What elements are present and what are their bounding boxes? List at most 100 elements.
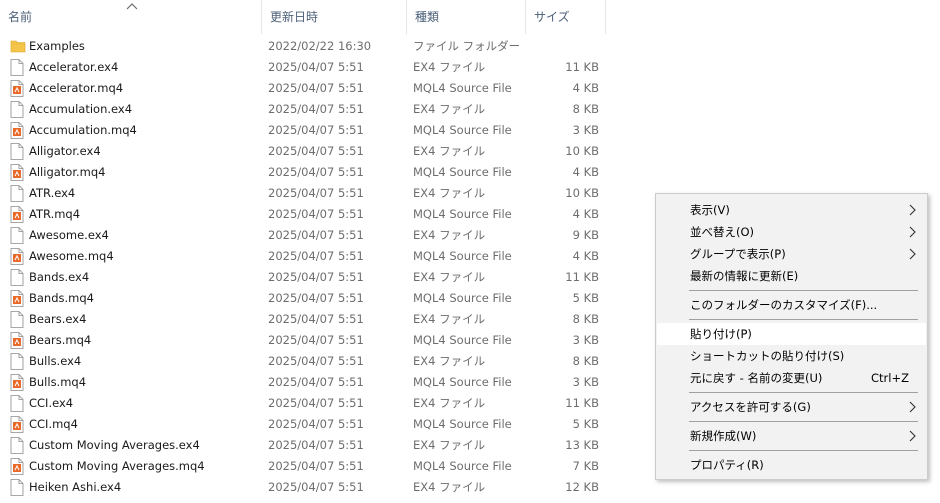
file-date: 2025/04/07 5:51	[268, 60, 364, 74]
file-row[interactable]: Accumulation.mq4 2025/04/07 5:51 MQL4 Sour…	[0, 120, 606, 141]
file-icon	[10, 353, 24, 370]
file-type: MQL4 Source File	[413, 459, 512, 473]
file-row[interactable]: Bulls.mq4 2025/04/07 5:51 MQL4 Source File…	[0, 372, 606, 393]
menu-separator	[689, 421, 918, 422]
file-name: Awesome.ex4	[29, 228, 109, 242]
mq4-file-icon	[10, 164, 24, 181]
file-date: 2025/04/07 5:51	[268, 312, 364, 326]
menu-item-paste-shortcut[interactable]: ショートカットの貼り付け(S)	[657, 345, 926, 367]
file-row[interactable]: Alligator.mq4 2025/04/07 5:51 MQL4 Source …	[0, 162, 606, 183]
file-name: Alligator.ex4	[29, 144, 101, 158]
menu-item-label: アクセスを許可する(G)	[690, 400, 811, 414]
file-row[interactable]: Bulls.ex4 2025/04/07 5:51 EX4 ファイル 8 KB	[0, 351, 606, 372]
file-row[interactable]: Accelerator.mq4 2025/04/07 5:51 MQL4 Sourc…	[0, 78, 606, 99]
mq4-file-icon	[10, 80, 24, 97]
file-type: MQL4 Source File	[413, 123, 512, 137]
file-row[interactable]: Custom Moving Averages.mq4 2025/04/07 5:5…	[0, 456, 606, 477]
file-icon	[10, 479, 24, 496]
file-type: EX4 ファイル	[413, 60, 486, 74]
file-name: Custom Moving Averages.mq4	[29, 459, 205, 473]
file-row[interactable]: Alligator.ex4 2025/04/07 5:51 EX4 ファイル 10 K…	[0, 141, 606, 162]
mq4-file-icon	[10, 416, 24, 433]
file-date: 2025/04/07 5:51	[268, 228, 364, 242]
file-size: 12 KB	[565, 480, 599, 494]
file-size: 11 KB	[565, 396, 599, 410]
column-header-type[interactable]: 種類	[407, 0, 526, 34]
file-row[interactable]: Heiken Ashi.ex4 2025/04/07 5:51 EX4 ファイル 12…	[0, 477, 606, 498]
file-date: 2025/04/07 5:51	[268, 417, 364, 431]
file-row[interactable]: CCI.mq4 2025/04/07 5:51 MQL4 Source File 5 …	[0, 414, 606, 435]
file-type: MQL4 Source File	[413, 291, 512, 305]
file-name: Accelerator.ex4	[29, 60, 119, 74]
menu-item-customize[interactable]: このフォルダーのカスタマイズ(F)...	[657, 294, 926, 316]
menu-item-label: 並べ替え(O)	[690, 225, 755, 239]
file-name: Accumulation.mq4	[29, 123, 137, 137]
menu-item-label: 新規作成(W)	[690, 429, 757, 443]
file-date: 2025/04/07 5:51	[268, 459, 364, 473]
menu-item-undo[interactable]: 元に戻す - 名前の変更(U) Ctrl+Z	[657, 367, 926, 389]
menu-item-view[interactable]: 表示(V)	[657, 199, 926, 221]
file-size: 10 KB	[565, 186, 599, 200]
file-type: EX4 ファイル	[413, 354, 486, 368]
file-name: Accumulation.ex4	[29, 102, 133, 116]
file-row[interactable]: Accelerator.ex4 2025/04/07 5:51 EX4 ファイル 11…	[0, 57, 606, 78]
sort-ascending-icon	[126, 3, 138, 10]
menu-item-group[interactable]: グループで表示(P)	[657, 243, 926, 265]
file-row[interactable]: Awesome.mq4 2025/04/07 5:51 MQL4 Source Fi…	[0, 246, 606, 267]
file-row[interactable]: Accumulation.ex4 2025/04/07 5:51 EX4 ファイル 8…	[0, 99, 606, 120]
file-type: EX4 ファイル	[413, 312, 486, 326]
mq4-file-icon	[10, 458, 24, 475]
file-row[interactable]: Bears.mq4 2025/04/07 5:51 MQL4 Source File…	[0, 330, 606, 351]
file-icon	[10, 437, 24, 454]
mq4-file-icon	[10, 248, 24, 265]
file-row[interactable]: Bears.ex4 2025/04/07 5:51 EX4 ファイル 8 KB	[0, 309, 606, 330]
menu-item-give-access[interactable]: アクセスを許可する(G)	[657, 396, 926, 418]
file-name: Alligator.mq4	[29, 165, 106, 179]
file-date: 2025/04/07 5:51	[268, 291, 364, 305]
file-icon	[10, 143, 24, 160]
file-row[interactable]: Bands.mq4 2025/04/07 5:51 MQL4 Source File…	[0, 288, 606, 309]
file-icon	[10, 227, 24, 244]
file-size: 5 KB	[572, 291, 599, 305]
file-icon	[10, 101, 24, 118]
menu-item-new[interactable]: 新規作成(W)	[657, 425, 926, 447]
column-header-date[interactable]: 更新日時	[262, 0, 407, 34]
file-row[interactable]: Awesome.ex4 2025/04/07 5:51 EX4 ファイル 9 KB	[0, 225, 606, 246]
file-row[interactable]: CCI.ex4 2025/04/07 5:51 EX4 ファイル 11 KB	[0, 393, 606, 414]
file-type: MQL4 Source File	[413, 417, 512, 431]
file-name: Heiken Ashi.ex4	[29, 480, 122, 494]
chevron-right-icon	[909, 401, 916, 413]
menu-separator	[689, 450, 918, 451]
file-name: Bulls.mq4	[29, 375, 87, 389]
menu-item-label: プロパティ(R)	[690, 458, 764, 472]
column-header-size[interactable]: サイズ	[526, 0, 606, 34]
menu-item-refresh[interactable]: 最新の情報に更新(E)	[657, 265, 926, 287]
file-row[interactable]: ATR.mq4 2025/04/07 5:51 MQL4 Source File 4 …	[0, 204, 606, 225]
menu-separator	[689, 290, 918, 291]
file-date: 2022/02/22 16:30	[268, 39, 372, 53]
column-header-type-label: 種類	[415, 10, 440, 24]
menu-item-label: ショートカットの貼り付け(S)	[690, 349, 845, 363]
file-date: 2025/04/07 5:51	[268, 438, 364, 452]
file-row[interactable]: Examples 2022/02/22 16:30 ファイル フォルダー	[0, 36, 606, 57]
file-type: MQL4 Source File	[413, 207, 512, 221]
menu-item-shortcut: Ctrl+Z	[871, 371, 909, 385]
file-row[interactable]: Bands.ex4 2025/04/07 5:51 EX4 ファイル 11 KB	[0, 267, 606, 288]
file-name: CCI.mq4	[29, 417, 78, 431]
mq4-file-icon	[10, 290, 24, 307]
menu-item-sort[interactable]: 並べ替え(O)	[657, 221, 926, 243]
file-size: 3 KB	[572, 123, 599, 137]
file-name: Bears.mq4	[29, 333, 92, 347]
column-header-date-label: 更新日時	[270, 10, 319, 24]
file-date: 2025/04/07 5:51	[268, 354, 364, 368]
file-row[interactable]: ATR.ex4 2025/04/07 5:51 EX4 ファイル 10 KB	[0, 183, 606, 204]
file-size: 8 KB	[572, 312, 599, 326]
file-row[interactable]: Custom Moving Averages.ex4 2025/04/07 5:5…	[0, 435, 606, 456]
file-name: Awesome.mq4	[29, 249, 114, 263]
file-size: 8 KB	[572, 354, 599, 368]
file-type: EX4 ファイル	[413, 480, 486, 494]
menu-item-paste[interactable]: 貼り付け(P)	[657, 323, 926, 345]
file-size: 9 KB	[572, 228, 599, 242]
file-date: 2025/04/07 5:51	[268, 102, 364, 116]
menu-item-properties[interactable]: プロパティ(R)	[657, 454, 926, 476]
